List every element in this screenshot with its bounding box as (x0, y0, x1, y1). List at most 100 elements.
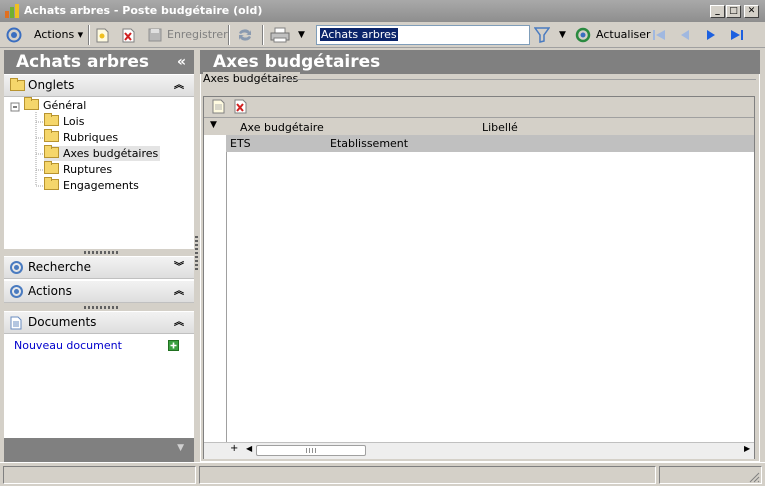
onglets-label: Onglets (28, 78, 75, 92)
row-gutter (204, 135, 227, 443)
save-icon[interactable] (148, 28, 162, 42)
documents-section-header[interactable]: Documents ︽ (4, 312, 194, 334)
refresh-icon[interactable] (575, 27, 591, 43)
scrollbar-thumb[interactable] (256, 445, 366, 456)
column-header-axe[interactable]: Axe budgétaire (240, 121, 324, 134)
title-bar: Achats arbres - Poste budgétaire (old) _… (0, 0, 765, 22)
row-selector-dropdown-icon[interactable]: ▼ (210, 120, 217, 130)
last-record-icon[interactable] (729, 28, 745, 42)
delete-row-icon[interactable] (234, 99, 247, 114)
tree-item-engagements[interactable]: Engagements (44, 177, 139, 193)
folder-icon (44, 113, 59, 126)
status-pane-right (659, 466, 762, 484)
cell-libelle[interactable]: Etablissement (330, 137, 408, 150)
toolbar-separator (88, 25, 90, 45)
open-folder-icon (44, 145, 59, 158)
vertical-splitter-grip[interactable] (195, 236, 198, 272)
delete-icon[interactable] (122, 28, 135, 43)
folder-icon (44, 161, 59, 174)
actions-section-header[interactable]: Actions ︽ (4, 281, 194, 303)
status-pane-center (199, 466, 656, 484)
new-row-icon[interactable] (212, 99, 225, 114)
filter-dropdown-icon[interactable]: ▼ (559, 26, 566, 44)
tree-item-label: Rubriques (63, 131, 119, 144)
column-header-libelle[interactable]: Libellé (482, 121, 518, 134)
table-row[interactable]: ETS Etablissement (226, 135, 754, 152)
search-input[interactable]: Achats arbres (316, 25, 530, 45)
toolbar-separator (228, 25, 230, 45)
document-icon (10, 316, 22, 330)
maximize-button[interactable]: □ (726, 5, 741, 18)
collapse-panel-icon[interactable]: « (177, 50, 186, 74)
save-button[interactable]: Enregistrer (167, 26, 228, 44)
toolbar-separator (262, 25, 264, 45)
previous-record-icon[interactable] (678, 28, 692, 42)
filter-icon[interactable] (534, 27, 550, 43)
tree-item-label: Général (43, 99, 87, 112)
left-panel-title: Achats arbres (16, 52, 150, 72)
onglets-section-header[interactable]: Onglets ︽ (4, 75, 194, 97)
search-input-value: Achats arbres (320, 28, 398, 41)
app-icon (5, 4, 19, 18)
tree-item-rubriques[interactable]: Rubriques (44, 129, 119, 145)
splitter[interactable] (4, 249, 194, 256)
tree-item-lois[interactable]: Lois (44, 113, 85, 129)
main-title: Axes budgétaires (213, 52, 381, 72)
minimize-button[interactable]: _ (710, 5, 725, 18)
tree-item-ruptures[interactable]: Ruptures (44, 161, 113, 177)
collapse-chevron-icon[interactable]: ︽ (174, 75, 184, 96)
tree-item-axes-budgetaires[interactable]: Axes budgétaires (44, 145, 161, 161)
actions-panel-icon (10, 285, 23, 298)
new-document-icon[interactable] (96, 28, 109, 43)
print-icon[interactable] (270, 27, 290, 43)
next-record-icon[interactable] (704, 28, 718, 42)
status-bar (0, 462, 765, 486)
data-grid: ▼ Axe budgétaire Libellé ETS Etablisseme… (203, 96, 755, 459)
folder-icon (44, 177, 59, 190)
tree-item-label: Lois (63, 115, 85, 128)
actions-icon[interactable] (6, 27, 22, 43)
new-document-link[interactable]: Nouveau document (14, 339, 122, 352)
documents-label: Documents (28, 315, 97, 329)
tree-item-label: Axes budgétaires (63, 147, 159, 160)
refresh-button[interactable]: Actualiser (596, 26, 651, 44)
folder-icon (24, 97, 39, 110)
toolbar: Actions ▾ Enregistrer ▼ Achats arbres ▼ … (0, 22, 765, 48)
resize-grip-icon[interactable] (748, 471, 760, 483)
folder-icon (10, 78, 25, 91)
actions-label: Actions (28, 284, 72, 298)
first-record-icon[interactable] (651, 28, 667, 42)
footer-dropdown-icon[interactable]: ▼ (177, 443, 184, 453)
grid-toolbar (204, 97, 754, 118)
collapse-chevron-icon[interactable]: ︽ (174, 312, 184, 333)
grid-column-header: ▼ Axe budgétaire Libellé (204, 118, 754, 136)
left-panel-header: Achats arbres « (4, 50, 194, 74)
scroll-right-icon[interactable]: ▶ (744, 444, 750, 453)
tree-item-label: Ruptures (63, 163, 113, 176)
left-panel: Achats arbres « Onglets ︽ Général Lois R… (4, 50, 194, 462)
scroll-left-icon[interactable]: ◀ (246, 444, 252, 453)
recherche-label: Recherche (28, 260, 92, 274)
folder-icon (44, 129, 59, 142)
tree-item-general[interactable]: Général (24, 97, 87, 113)
scrollbar-grip (306, 448, 316, 453)
add-row-icon[interactable]: + (230, 443, 238, 454)
splitter-grip (84, 306, 118, 309)
tree-item-label: Engagements (63, 179, 139, 192)
actions-menu-label: Actions (34, 28, 75, 41)
groupbox-line (282, 79, 756, 80)
close-button[interactable]: ✕ (744, 5, 759, 18)
left-panel-footer: ▼ (4, 438, 194, 462)
add-document-icon[interactable] (168, 340, 179, 351)
search-panel-icon (10, 261, 23, 274)
cell-axe[interactable]: ETS (230, 137, 251, 150)
splitter[interactable] (4, 303, 194, 311)
expand-chevron-icon[interactable]: ︾ (174, 257, 184, 278)
horizontal-scrollbar[interactable]: + ◀ ▶ (204, 442, 754, 459)
main-header: Axes budgétaires (200, 50, 760, 74)
collapse-chevron-icon[interactable]: ︽ (174, 281, 184, 302)
recherche-section-header[interactable]: Recherche ︾ (4, 257, 194, 279)
actions-menu-button[interactable]: Actions ▾ (34, 26, 83, 44)
sync-icon[interactable] (236, 27, 254, 43)
print-dropdown-icon[interactable]: ▼ (298, 26, 305, 44)
